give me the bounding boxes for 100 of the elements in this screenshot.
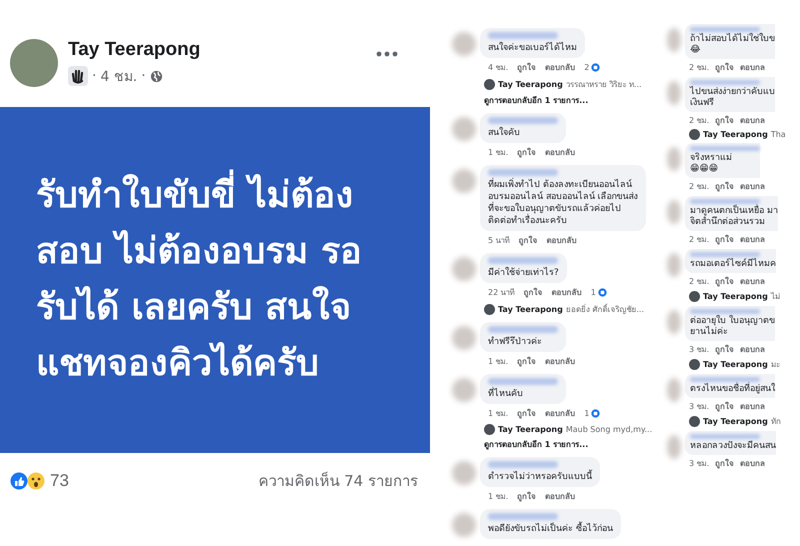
- comment-time[interactable]: 4 ชม.: [488, 61, 508, 74]
- author-name[interactable]: Tay Teerapong: [68, 39, 376, 61]
- reply-link[interactable]: ตอบกล: [740, 61, 766, 74]
- emoji: 😂: [690, 45, 702, 56]
- more-options-icon[interactable]: [376, 51, 398, 57]
- reply-link[interactable]: ตอบกล: [740, 457, 766, 470]
- reply-text: วรรณาหราย วิริยะ ท...: [566, 79, 642, 91]
- more-replies-link[interactable]: ดูการตอบกลับอีก 1 รายการ...: [484, 438, 657, 451]
- reaction-count[interactable]: 73: [50, 471, 69, 491]
- reply-link[interactable]: ตอบกลับ: [545, 355, 576, 368]
- blurred-avatar: [452, 461, 476, 485]
- like-link[interactable]: ถูกใจ: [524, 286, 543, 299]
- reply-link[interactable]: ตอบกลับ: [545, 146, 576, 159]
- comment-time[interactable]: 2 ชม.: [689, 180, 710, 193]
- blurred-name: [690, 377, 760, 382]
- separator-dot: ·: [141, 68, 146, 84]
- waving-hand-icon: [68, 66, 88, 86]
- reply-link[interactable]: ตอบกล: [740, 114, 766, 127]
- comment-time[interactable]: 22 นาที: [488, 286, 515, 299]
- like-link[interactable]: ถูกใจ: [517, 146, 536, 159]
- comment-text: มาดูคนตกเป็นเหยื่อ มา: [690, 206, 778, 217]
- blurred-avatar: [667, 378, 681, 402]
- blurred-name: [488, 513, 558, 520]
- like-link[interactable]: ถูกใจ: [715, 180, 734, 193]
- comment-time[interactable]: 2 ชม.: [689, 233, 710, 246]
- like-link[interactable]: ถูกใจ: [715, 275, 734, 288]
- reply-author[interactable]: Tay Teerapong: [498, 425, 563, 434]
- reply-author[interactable]: Tay Teerapong: [703, 130, 768, 139]
- reply-text: ไม่: [770, 291, 780, 303]
- reply-link[interactable]: ตอบกล: [740, 180, 766, 193]
- reply-text: ยอดยิ่ง ศักดิ์เจริญชัย...: [566, 303, 644, 316]
- blurred-name: [488, 461, 558, 468]
- blurred-avatar: [667, 147, 681, 171]
- blurred-name: [488, 117, 558, 124]
- comment-text: มีค่าใช้จ่ายเท่าไร?: [488, 267, 559, 279]
- like-link[interactable]: ถูกใจ: [715, 343, 734, 356]
- blurred-name: [488, 378, 558, 385]
- reply-link[interactable]: ตอบกลับ: [546, 234, 577, 247]
- blurred-name: [690, 199, 760, 204]
- separator-dot: ·: [92, 68, 96, 84]
- like-link[interactable]: ถูกใจ: [715, 61, 734, 74]
- reply-link[interactable]: ตอบกลับ: [545, 61, 576, 74]
- comment-time[interactable]: 5 นาที: [488, 234, 510, 247]
- blurred-avatar: [452, 378, 476, 402]
- like-link[interactable]: ถูกใจ: [517, 490, 536, 503]
- reply-link[interactable]: ตอบกล: [740, 275, 766, 288]
- blurred-avatar: [667, 81, 681, 105]
- comment-text: จิตสำนึกต่อส่วนรวม: [690, 217, 766, 228]
- blurred-name: [690, 252, 760, 257]
- blurred-name: [690, 309, 760, 314]
- reply-author[interactable]: Tay Teerapong: [498, 80, 563, 89]
- reply-text: มะ: [770, 359, 780, 371]
- reply-author[interactable]: Tay Teerapong: [703, 360, 768, 369]
- comment-text: ถ้าไม่สอบได้ไม่ใช่ใบข: [690, 34, 775, 44]
- comment-time[interactable]: 1 ชม.: [488, 355, 508, 368]
- comment-time[interactable]: 1 ชม.: [488, 490, 508, 503]
- comment-time[interactable]: 1 ชม.: [488, 146, 508, 159]
- blurred-avatar: [452, 32, 476, 56]
- blurred-avatar: [667, 435, 681, 459]
- reply-avatar: [689, 416, 700, 427]
- blurred-avatar: [452, 326, 476, 350]
- reaction-icons: [10, 471, 46, 491]
- reply-link[interactable]: ตอบกลับ: [545, 407, 576, 420]
- blurred-name: [488, 257, 558, 264]
- like-link[interactable]: ถูกใจ: [715, 233, 734, 246]
- comment-time[interactable]: 2 ชม.: [689, 61, 710, 74]
- comment-time[interactable]: 2 ชม.: [689, 275, 710, 288]
- like-link[interactable]: ถูกใจ: [517, 355, 536, 368]
- comment-count[interactable]: ความคิดเห็น 74 รายการ: [258, 469, 418, 493]
- reaction-count: 1: [584, 409, 590, 418]
- blurred-avatar: [452, 257, 476, 281]
- like-link[interactable]: ถูกใจ: [517, 61, 536, 74]
- reply-author[interactable]: Tay Teerapong: [703, 417, 768, 426]
- comment-text: ตรงไหนขอชื่อที่อยู่สนใ: [690, 384, 775, 395]
- reply-link[interactable]: ตอบกล: [740, 233, 766, 246]
- like-link[interactable]: ถูกใจ: [517, 407, 536, 420]
- reply-avatar: [689, 359, 700, 370]
- like-link[interactable]: ถูกใจ: [715, 114, 734, 127]
- reply-link[interactable]: ตอบกลับ: [545, 490, 576, 503]
- reply-link[interactable]: ตอบกล: [740, 400, 766, 413]
- comment-time[interactable]: 3 ชม.: [689, 457, 710, 470]
- comment-text: หลอกลวงปังจะมีคนสน: [690, 441, 776, 452]
- reply-link[interactable]: ตอบกลับ: [552, 286, 582, 299]
- blurred-avatar: [667, 253, 681, 277]
- comment-time[interactable]: 3 ชม.: [689, 343, 710, 356]
- like-link[interactable]: ถูกใจ: [518, 234, 538, 247]
- post-time[interactable]: 4 ชม.: [100, 65, 138, 87]
- comment-time[interactable]: 3 ชม.: [689, 400, 710, 413]
- profile-photo[interactable]: [10, 39, 58, 87]
- blurred-avatar: [667, 200, 681, 224]
- reply-author[interactable]: Tay Teerapong: [498, 305, 563, 314]
- more-replies-link[interactable]: ดูการตอบกลับอีก 1 รายการ...: [484, 94, 657, 107]
- like-link[interactable]: ถูกใจ: [715, 400, 734, 413]
- blurred-avatar: [452, 513, 476, 537]
- reply-link[interactable]: ตอบกล: [740, 343, 766, 356]
- blurred-name: [690, 80, 760, 85]
- reply-author[interactable]: Tay Teerapong: [703, 292, 768, 301]
- comment-time[interactable]: 1 ชม.: [488, 407, 508, 420]
- comment-time[interactable]: 2 ชม.: [689, 114, 710, 127]
- like-link[interactable]: ถูกใจ: [715, 457, 734, 470]
